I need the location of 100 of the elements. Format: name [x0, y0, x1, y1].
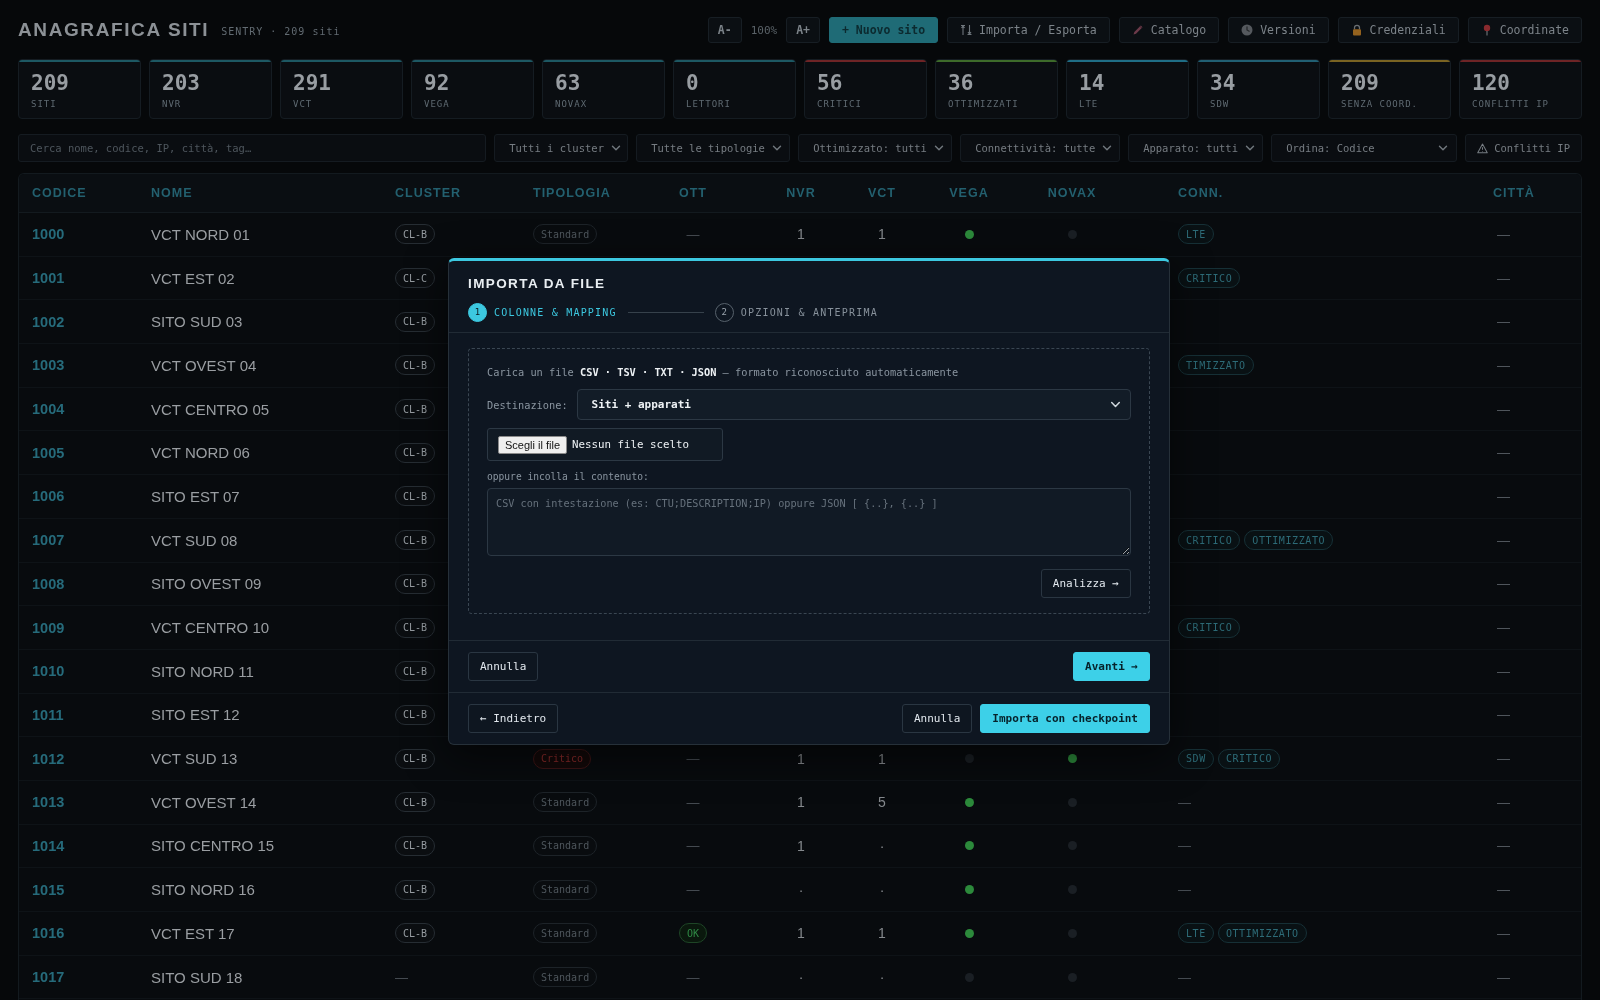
connectivity-tag: CRITICO — [1217, 748, 1281, 769]
site-code[interactable]: 1015 — [32, 881, 65, 898]
column-header[interactable]: NOME — [151, 186, 193, 200]
site-name: VCT NORD 06 — [151, 444, 250, 462]
file-status: Nessun file scelto — [572, 438, 690, 451]
site-code[interactable]: 1007 — [32, 532, 65, 549]
site-code[interactable]: 1001 — [32, 270, 65, 287]
column-header[interactable]: CODICE — [32, 186, 87, 200]
cluster-tag: CL-B — [395, 224, 436, 245]
next-button[interactable]: Avanti → — [1073, 652, 1150, 681]
column-header[interactable]: CITTÀ — [1493, 186, 1535, 200]
city-empty: — — [1497, 969, 1510, 985]
city-empty: — — [1497, 882, 1510, 898]
cluster-tag: CL-B — [395, 355, 436, 376]
cluster-tag: CL-B — [395, 399, 436, 420]
site-code[interactable]: 1002 — [32, 313, 65, 330]
site-code[interactable]: 1017 — [32, 969, 65, 986]
column-header[interactable]: TIPOLOGIA — [533, 186, 611, 200]
site-code[interactable]: 1013 — [32, 794, 65, 811]
analyze-button[interactable]: Analizza → — [1040, 569, 1131, 598]
search-field[interactable]: Cerca nome, codice, IP, città, tag… — [18, 134, 487, 162]
cancel-button[interactable]: Annulla — [468, 652, 539, 681]
toolbar-button[interactable]: Credenziali — [1337, 17, 1459, 43]
ip-conflicts-button[interactable]: Conflitti IP — [1465, 134, 1582, 162]
site-name: SITO EST 07 — [151, 487, 240, 505]
column-header[interactable]: NOVAX — [1047, 186, 1097, 200]
cancel-button[interactable]: Annulla — [901, 704, 973, 733]
new-site-button[interactable]: + Nuovo sito — [829, 17, 939, 43]
paste-field[interactable]: CSV con intestazione (es: CTU;DESCRIPTION;IP) oppure JSON [ {..}, {..} ] — [487, 488, 1131, 556]
vct-count: · — [879, 837, 885, 854]
site-code[interactable]: 1006 — [32, 488, 65, 505]
filter-select[interactable]: Ordina: Codice — [1271, 134, 1458, 162]
site-code[interactable]: 1012 — [32, 750, 65, 767]
type-tag: Standard — [533, 224, 598, 245]
wizard-step[interactable]: 1 COLONNE & MAPPING — [468, 302, 617, 322]
page-subtitle: SENTRY · 209 siti — [221, 25, 341, 37]
ott-empty: — — [686, 882, 700, 898]
filter-select[interactable]: Tutte le tipologie — [636, 134, 791, 162]
site-code[interactable]: 1010 — [32, 663, 65, 680]
stat-value: 14 — [1079, 71, 1105, 95]
back-button[interactable]: ← Indietro — [468, 704, 559, 733]
site-name: VCT EST 17 — [151, 924, 235, 942]
column-header[interactable]: NVR — [786, 186, 816, 200]
filter-select[interactable]: Connettività: tutte — [960, 134, 1121, 162]
site-name: VCT SUD 08 — [151, 531, 238, 549]
intro-text: Carica un file CSV · TSV · TXT · JSON — formato riconosciuto automaticamente — [487, 365, 960, 380]
site-name: VCT OVEST 14 — [151, 793, 257, 811]
destination-select[interactable]: Siti + apparati — [576, 389, 1131, 420]
connectivity-tag: CRITICO — [1178, 617, 1241, 638]
cluster-tag: CL-C — [395, 268, 436, 289]
choose-file-button[interactable]: Scegli il file — [498, 435, 568, 454]
vct-count: 5 — [878, 794, 886, 811]
site-name: VCT OVEST 04 — [151, 356, 257, 374]
file-input-field[interactable]: Scegli il file Nessun file scelto — [487, 428, 723, 461]
vct-count: · — [879, 969, 885, 986]
toolbar-button[interactable]: Versioni — [1228, 17, 1329, 43]
city-empty: — — [1497, 270, 1510, 286]
site-code[interactable]: 1016 — [32, 925, 65, 942]
stat-label: SENZA COORD. — [1341, 99, 1419, 109]
vct-count: · — [879, 881, 885, 898]
column-header[interactable]: CLUSTER — [395, 186, 462, 200]
nvr-count: 1 — [797, 794, 805, 811]
column-header[interactable]: OTT — [679, 186, 707, 200]
site-code[interactable]: 1005 — [32, 444, 65, 461]
cluster-tag: CL-B — [395, 879, 436, 900]
font-smaller-button[interactable]: A- — [707, 17, 742, 43]
destination-label: Destinazione: — [487, 398, 568, 411]
toolbar-button[interactable]: Catalogo — [1118, 17, 1220, 43]
site-code[interactable]: 1008 — [32, 575, 65, 592]
site-code[interactable]: 1011 — [32, 706, 64, 723]
column-header[interactable]: VCT — [868, 186, 896, 200]
wizard-step[interactable]: 2 OPZIONI & ANTEPRIMA — [714, 302, 878, 322]
connectivity-tag: LTE — [1178, 224, 1214, 245]
stat-label: CONFLITTI IP — [1472, 99, 1550, 109]
filter-select[interactable]: Apparato: tutti — [1128, 134, 1264, 162]
column-header[interactable]: VEGA — [949, 186, 989, 200]
connectivity-tag: OTTIMIZZATO — [1217, 923, 1307, 944]
stat-value: 209 — [1341, 71, 1379, 95]
site-name: SITO NORD 16 — [151, 881, 255, 899]
filter-select[interactable]: Tutti i cluster — [494, 134, 629, 162]
ott-empty: — — [686, 751, 700, 767]
site-code[interactable]: 1000 — [32, 226, 65, 243]
stat-value: 120 — [1472, 71, 1510, 95]
site-code[interactable]: 1009 — [32, 619, 65, 636]
filter-select[interactable]: Ottimizzato: tutti — [798, 134, 953, 162]
site-name: VCT EST 02 — [151, 269, 235, 287]
site-name: SITO NORD 11 — [151, 662, 254, 680]
import-button[interactable]: Importa con checkpoint — [980, 704, 1150, 733]
toolbar-button[interactable]: Importa / Esporta — [947, 17, 1110, 43]
connectivity-empty: — — [1178, 969, 1191, 985]
vct-count: 1 — [878, 226, 886, 243]
site-code[interactable]: 1003 — [32, 357, 65, 374]
column-header[interactable]: CONN. — [1178, 186, 1224, 200]
toolbar-button[interactable]: Coordinate — [1467, 17, 1582, 43]
ott-empty: — — [686, 226, 700, 242]
cluster-tag: CL-B — [395, 530, 436, 551]
site-code[interactable]: 1004 — [32, 401, 65, 418]
font-larger-button[interactable]: A+ — [786, 17, 820, 43]
cluster-tag: CL-B — [395, 792, 436, 813]
site-code[interactable]: 1014 — [32, 837, 65, 854]
